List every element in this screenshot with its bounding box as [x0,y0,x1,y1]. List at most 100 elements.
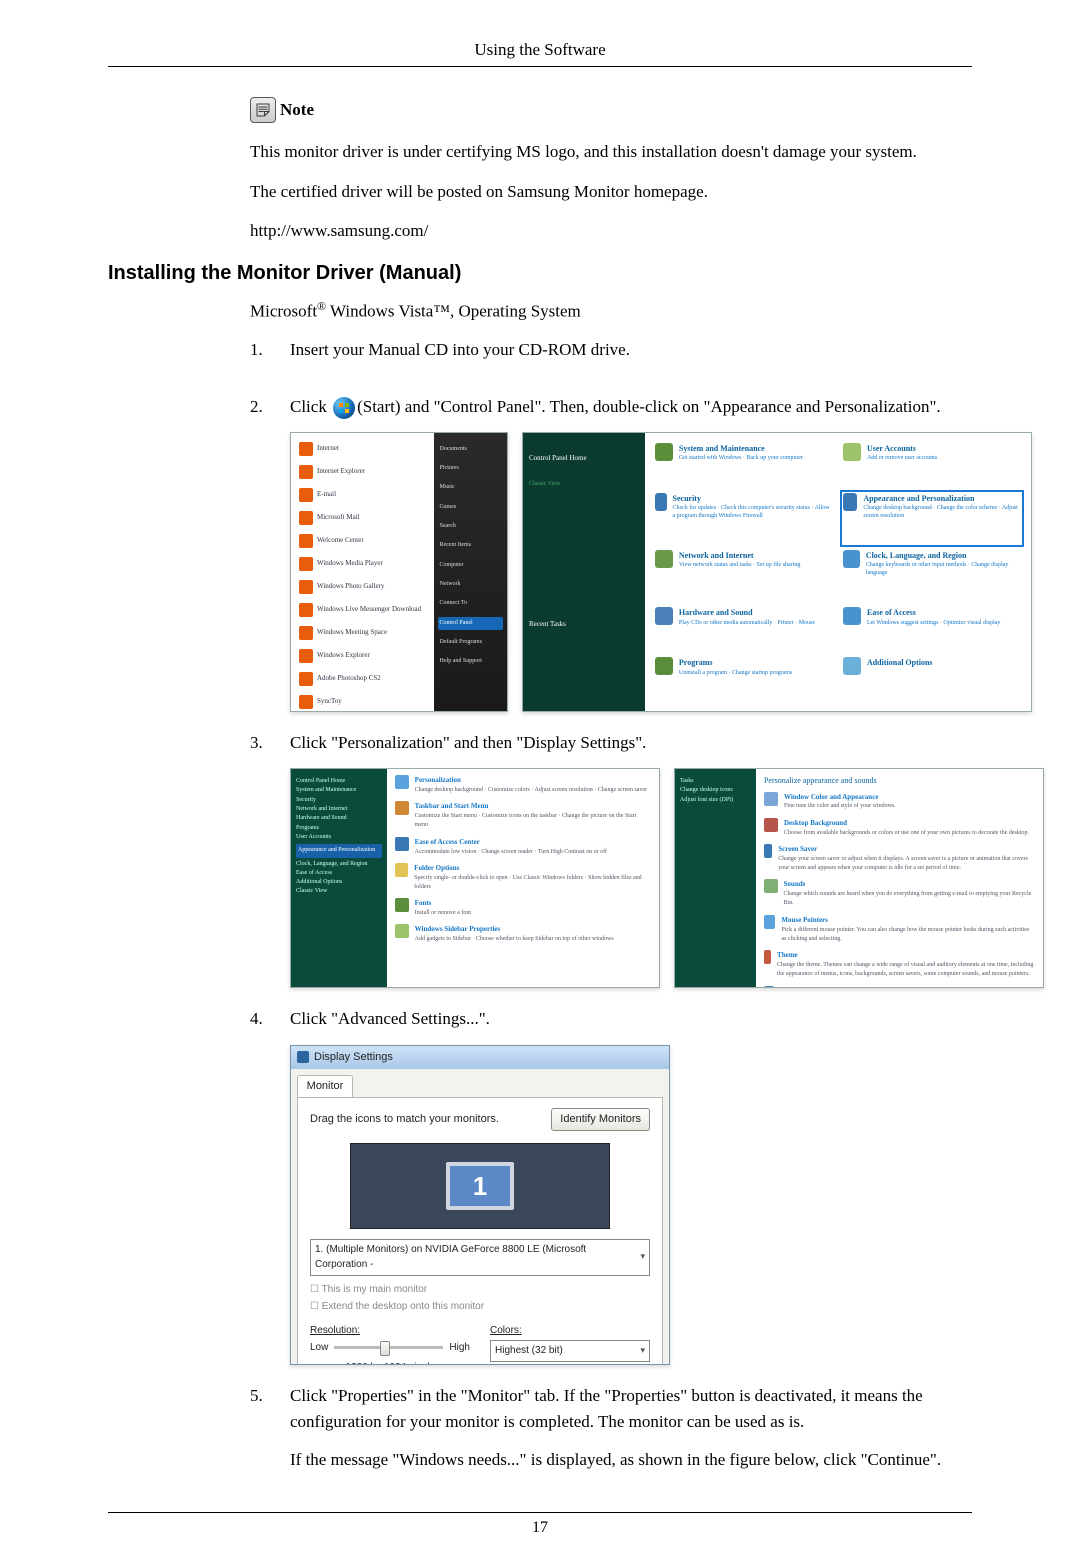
step-3: Click "Personalization" and then "Displa… [250,730,972,988]
cp-category[interactable]: Additional Options [843,657,1021,701]
start-menu-item[interactable]: Windows Live Messenger Download [297,600,428,620]
ap-left-item[interactable]: System and Maintenance [296,786,382,795]
start-orb-icon [333,397,355,419]
start-menu-right-item[interactable]: Network [438,578,503,591]
pers-left-item[interactable]: Change desktop icons [680,786,751,795]
start-menu-right-item[interactable]: Music [438,481,503,494]
pers-item[interactable]: Display SettingsAdjust your monitor reso… [764,986,1035,989]
resolution-label: Resolution: [310,1323,470,1339]
step-4-text: Click "Advanced Settings...". [290,1006,972,1032]
cp-category[interactable]: System and MaintenanceGet started with W… [655,443,833,487]
ap-item[interactable]: PersonalizationChange desktop background… [395,775,651,795]
step-1-text: Insert your Manual CD into your CD-ROM d… [290,337,972,363]
ap-left-item[interactable]: Clock, Language, and Region [296,860,382,869]
cp-category[interactable]: ProgramsUninstall a program · Change sta… [655,657,833,701]
footer-rule: 17 [108,1512,972,1537]
start-menu-right-item[interactable]: Games [438,501,503,514]
ap-item[interactable]: FontsInstall or remove a font [395,898,651,918]
ap-left-item[interactable]: Appearance and Personalization [296,844,382,857]
ap-left-item[interactable]: Programs [296,824,382,833]
start-menu-item[interactable]: Internet [297,439,428,459]
monitor-select-combo[interactable]: 1. (Multiple Monitors) on NVIDIA GeForce… [310,1239,650,1276]
pers-item[interactable]: Mouse PointersPick a different mouse poi… [764,915,1035,944]
colors-label: Colors: [490,1323,650,1339]
step-5-text-a: Click "Properties" in the "Monitor" tab.… [290,1383,972,1436]
colors-combo[interactable]: Highest (32 bit) [490,1340,650,1362]
note-icon [250,97,276,123]
ap-item[interactable]: Windows Sidebar PropertiesAdd gadgets to… [395,924,651,944]
start-menu-item[interactable]: Windows Meeting Space [297,623,428,643]
section-heading: Installing the Monitor Driver (Manual) [108,262,972,285]
page-number: 17 [108,1519,972,1537]
ds-tab-monitor[interactable]: Monitor [297,1075,353,1097]
cp-category[interactable]: Network and InternetView network status … [655,550,833,601]
pers-left-item[interactable]: Adjust font size (DPI) [680,796,751,805]
start-menu-right-item[interactable]: Help and Support [438,655,503,668]
ds-drag-label: Drag the icons to match your monitors. [310,1111,499,1128]
ap-item[interactable]: Folder OptionsSpecify single- or double-… [395,863,651,892]
pers-item[interactable]: ThemeChange the theme. Themes can change… [764,950,1035,979]
step-3-text: Click "Personalization" and then "Displa… [290,730,1044,756]
header-rule [108,66,972,67]
monitor-preview: 1 [350,1143,610,1229]
pers-item[interactable]: Desktop BackgroundChoose from available … [764,818,1035,838]
pers-item[interactable]: SoundsChange which sounds are heard when… [764,879,1035,908]
ap-left-item[interactable]: Classic View [296,887,382,896]
chk-main-monitor[interactable]: ☐ This is my main monitor [310,1282,650,1298]
start-menu-item[interactable]: SyncToy [297,692,428,712]
pers-item[interactable]: Window Color and AppearanceFine tune the… [764,792,1035,812]
step-5: Click "Properties" in the "Monitor" tab.… [250,1383,972,1486]
note-url: http://www.samsung.com/ [250,218,972,244]
ap-item[interactable]: Taskbar and Start MenuCustomize the Star… [395,801,651,830]
start-menu-item[interactable]: Windows Explorer [297,646,428,666]
start-menu-item[interactable]: Welcome Center [297,531,428,551]
cp-category[interactable]: Hardware and SoundPlay CDs or other medi… [655,607,833,651]
ap-left-item[interactable]: Control Panel Home [296,777,382,786]
resolution-readout: 1280 by 1024 pixels [310,1360,470,1365]
cp-category[interactable]: Appearance and PersonalizationChange des… [843,493,1021,544]
cp-category[interactable]: SecurityCheck for updates · Check this c… [655,493,833,544]
step-4: Click "Advanced Settings...". Display Se… [250,1006,972,1364]
ap-left-item[interactable]: Security [296,796,382,805]
start-menu-right-item[interactable]: Recent Items [438,539,503,552]
cp-category[interactable]: Ease of AccessLet Windows suggest settin… [843,607,1021,651]
ap-left-item[interactable]: User Accounts [296,833,382,842]
monitor-1[interactable]: 1 [446,1162,514,1210]
note-paragraph-2: The certified driver will be posted on S… [250,179,972,205]
start-menu-right-item[interactable]: Control Panel [438,617,503,630]
chk-extend-desktop[interactable]: ☐ Extend the desktop onto this monitor [310,1299,650,1315]
start-menu-right-item[interactable]: Documents [438,443,503,456]
resolution-slider[interactable]: Low High [310,1340,470,1356]
start-menu-item[interactable]: Internet Explorer [297,462,428,482]
cp-category[interactable]: Clock, Language, and RegionChange keyboa… [843,550,1021,601]
screenshot-start-menu: Internet Internet Explorer E-mail Microsoft… [290,432,508,712]
cp-breadcrumb: Control Panel Home [529,453,639,464]
start-menu-item[interactable]: Adobe Photoshop CS2 [297,669,428,689]
note-block: Note [250,97,972,123]
start-menu-right-item[interactable]: Search [438,520,503,533]
step-1: Insert your Manual CD into your CD-ROM d… [250,337,972,375]
ap-item[interactable]: Ease of Access CenterAccommodate low vis… [395,837,651,857]
start-menu-item[interactable]: Windows Media Player [297,554,428,574]
ds-titlebar: Display Settings [291,1046,669,1069]
ap-left-item[interactable]: Ease of Access [296,869,382,878]
start-menu-right-item[interactable]: Computer [438,559,503,572]
start-menu-right-item[interactable]: Default Programs [438,636,503,649]
identify-monitors-button[interactable]: Identify Monitors [551,1108,650,1131]
start-menu-item[interactable]: Microsoft Mail [297,508,428,528]
pers-left-item[interactable]: Tasks [680,777,751,786]
cp-category[interactable]: User AccountsAdd or remove user accounts [843,443,1021,487]
note-label: Note [280,100,314,120]
start-menu-right-item[interactable]: Connect To [438,597,503,610]
step-2-text: Click (Start) and "Control Panel". Then,… [290,394,1032,420]
pers-item[interactable]: Screen SaverChange your screen saver or … [764,844,1035,873]
start-menu-right-item[interactable]: Pictures [438,462,503,475]
ap-left-item[interactable]: Network and Internet [296,805,382,814]
step-5-text-b: If the message "Windows needs..." is dis… [290,1447,972,1473]
start-menu-item[interactable]: Windows Photo Gallery [297,577,428,597]
start-menu-item[interactable]: E-mail [297,485,428,505]
ap-left-item[interactable]: Hardware and Sound [296,814,382,823]
screenshot-control-panel: Control Panel Home Classic View Recent T… [522,432,1032,712]
ap-left-item[interactable]: Additional Options [296,878,382,887]
screenshot-display-settings: Display Settings Monitor Drag the icons … [290,1045,670,1365]
